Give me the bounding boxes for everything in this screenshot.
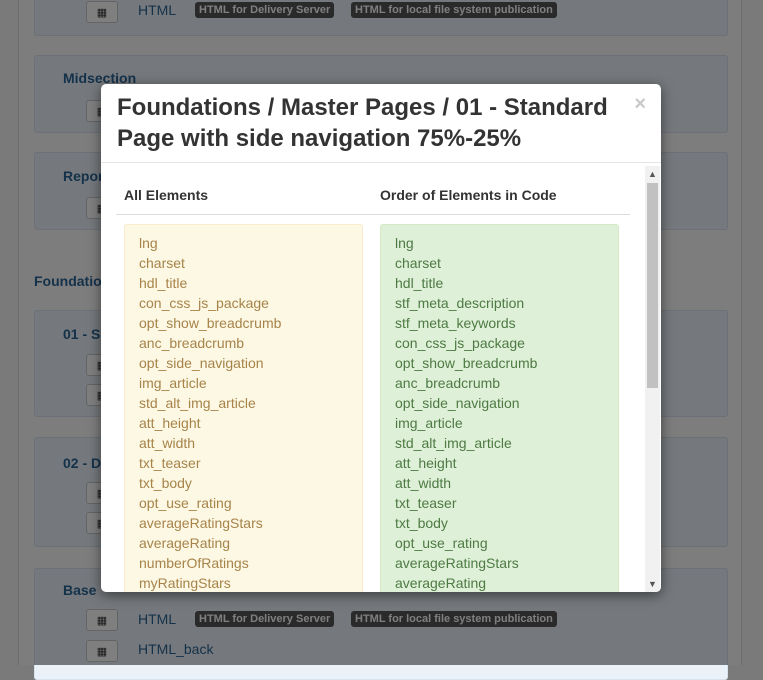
element-list-item: averageRating: [395, 575, 487, 591]
element-list-item: stf_meta_description: [395, 295, 525, 311]
element-list-item: txt_body: [139, 475, 192, 491]
element-list-item: txt_body: [395, 515, 448, 531]
element-list-item: con_css_js_package: [395, 335, 525, 351]
element-list-item: att_width: [395, 475, 452, 491]
element-list-item: opt_use_rating: [395, 535, 488, 551]
element-list-item: averageRatingStars: [395, 555, 519, 571]
element-list-item: att_height: [139, 415, 201, 431]
element-list-item: opt_show_breadcrumb: [139, 315, 282, 331]
element-list-item: img_article: [395, 415, 463, 431]
element-list-item: stf_meta_keywords: [395, 315, 516, 331]
element-list-item: averageRating: [139, 535, 231, 551]
element-list-item: lng: [395, 235, 414, 251]
element-list-item: anc_breadcrumb: [395, 375, 501, 391]
close-icon[interactable]: ×: [634, 94, 646, 114]
element-list-item: txt_teaser: [395, 495, 457, 511]
modal-body: All Elements Order of Elements in Code l…: [101, 163, 661, 592]
modal-header: Foundations / Master Pages / 01 - Standa…: [101, 84, 661, 163]
element-list-item: myRatingStars: [139, 575, 231, 591]
element-list-item: hdl_title: [395, 275, 444, 291]
element-list-item: averageRatingStars: [139, 515, 263, 531]
all-elements-header: All Elements: [124, 187, 209, 203]
scroll-down-arrow-icon[interactable]: ▼: [645, 578, 660, 590]
element-list-item: lng: [139, 235, 158, 251]
element-list-item: std_alt_img_article: [139, 395, 256, 411]
element-list-item: att_width: [139, 435, 196, 451]
modal-scrollbar[interactable]: ▲ ▼: [645, 166, 660, 592]
element-list-item: anc_breadcrumb: [139, 335, 245, 351]
element-list-item: hdl_title: [139, 275, 188, 291]
element-list-item: opt_use_rating: [139, 495, 232, 511]
element-list-item: charset: [395, 255, 441, 271]
scroll-up-arrow-icon[interactable]: ▲: [645, 168, 660, 180]
element-list-item: std_alt_img_article: [395, 435, 512, 451]
modal-dialog: Foundations / Master Pages / 01 - Standa…: [101, 84, 661, 592]
element-list-item: opt_side_navigation: [395, 395, 520, 411]
element-list-item: txt_teaser: [139, 455, 201, 471]
element-list-item: opt_side_navigation: [139, 355, 264, 371]
element-list-item: opt_show_breadcrumb: [395, 355, 538, 371]
element-list-item: numberOfRatings: [139, 555, 249, 571]
element-list-item: charset: [139, 255, 185, 271]
element-list-item: img_article: [139, 375, 207, 391]
scroll-thumb[interactable]: [647, 183, 658, 388]
header-divider: [116, 214, 630, 215]
all-elements-list: lng charset hdl_title con_css_js_packageopt…: [124, 224, 363, 592]
modal-title: Foundations / Master Pages / 01 - Standa…: [117, 94, 608, 152]
order-elements-list: lng charset hdl_title stf_meta_descriptions…: [380, 224, 619, 592]
element-list-item: con_css_js_package: [139, 295, 269, 311]
element-list-item: att_height: [395, 455, 457, 471]
order-elements-header: Order of Elements in Code: [380, 187, 557, 203]
